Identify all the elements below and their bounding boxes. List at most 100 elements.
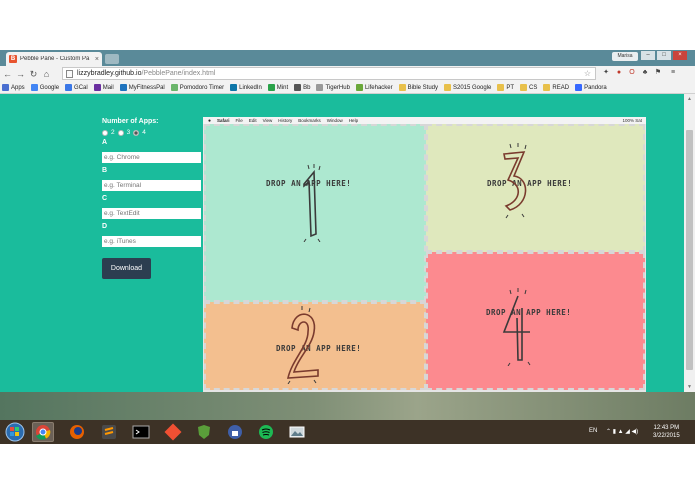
bookmark-icon [575,84,583,91]
shield-icon[interactable] [193,422,215,442]
terminal-icon[interactable] [130,422,152,442]
bookmark-6[interactable]: LinkedIn [230,84,262,91]
bookmark-icon [93,84,101,91]
scroll-down-icon[interactable]: ▼ [686,384,693,390]
extension-icon-2[interactable]: ♣ [640,68,650,78]
home-icon[interactable]: ⌂ [41,69,52,80]
bookmark-icon [65,84,73,91]
clock-time: 12:43 PM [653,425,680,431]
field-b-label: B [102,167,108,174]
menu-icon[interactable]: ≡ [668,68,678,78]
bookmark-13[interactable]: PT [497,84,514,91]
bookmark-11[interactable]: Bible Study [398,84,438,91]
vpn-icon[interactable] [224,422,246,442]
bookmark-icon [316,84,324,91]
git-icon[interactable] [162,422,184,442]
bookmark-0[interactable]: Apps [2,84,25,91]
opera-icon[interactable]: O [627,68,637,78]
desktop-area-bottom [0,444,695,494]
windows-start-icon[interactable] [4,422,26,442]
bookmark-7[interactable]: Mint [267,84,288,91]
bookmark-label: CS [529,84,538,91]
bookmark-2[interactable]: GCal [65,84,88,91]
tray-icons[interactable]: ⌃ ▮ ▲ ◢ ◀) [606,428,638,435]
extension-icon-3[interactable]: ⚑ [653,68,663,78]
num-apps-radio-group: 2 3 4 [102,129,202,136]
pane-number-3 [503,143,527,219]
extension-icon[interactable]: ✦ [601,68,611,78]
bookmark-3[interactable]: Mail [93,84,114,91]
field-a-label: A [102,139,108,146]
bookmark-10[interactable]: Lifehacker [355,84,393,91]
apple-icon: ● [208,117,212,124]
taskbar-chrome[interactable] [32,422,54,442]
maximize-button[interactable]: □ [657,51,671,60]
scrollbar-thumb[interactable] [686,130,693,370]
radio-4[interactable] [133,129,140,136]
browser-tab[interactable]: B Pebble Pane - Custom Pa × [6,52,102,66]
bookmark-icon [444,84,451,91]
bookmark-label: PT [506,84,515,91]
spotify-icon[interactable] [255,422,277,442]
drop-pane-3[interactable] [426,124,645,252]
bookmark-5[interactable]: Pomodoro Timer [170,84,225,91]
app-a-input[interactable] [102,152,201,163]
field-d-label: D [102,223,108,230]
download-button[interactable]: Download [102,258,151,279]
bookmark-16[interactable]: Pandora [575,84,607,91]
address-bar[interactable]: lizzybradley.github.io/PebblePane/index.… [62,67,596,80]
app-c-input[interactable] [102,208,201,219]
profile-button[interactable]: Marisa [612,52,638,61]
bookmark-15[interactable]: READ [543,84,569,91]
bookmark-1[interactable]: Google [30,84,59,91]
bookmark-4[interactable]: MyFitnessPal [119,84,165,91]
desktop-wallpaper [0,392,695,420]
bookmark-label: Mail [102,84,114,91]
window-controls: – □ × [641,51,687,60]
taskbar-clock[interactable]: 12:43 PM 3/22/2015 [653,424,680,440]
back-icon[interactable]: ← [2,69,13,80]
bookmark-12[interactable]: S2015 Google [444,84,491,91]
bookmark-icon [230,84,238,91]
forward-icon[interactable]: → [15,69,26,80]
close-window-button[interactable]: × [673,51,687,60]
firefox-icon[interactable] [66,422,88,442]
bookmark-star-icon[interactable]: ☆ [584,68,591,79]
app-d-input[interactable] [102,236,201,247]
scroll-up-icon[interactable]: ▲ [686,96,693,102]
url-host: lizzybradley.github.io [77,70,142,77]
bookmark-8[interactable]: Bb [294,84,310,91]
bookmark-label: Pomodoro Timer [179,84,225,91]
bookmark-label: GCal [74,84,88,91]
bookmark-icon [294,84,302,91]
tab-close-icon[interactable]: × [95,56,99,63]
app-b-input[interactable] [102,180,201,191]
mac-menu-bookmarks: Bookmarks [298,118,321,123]
bookmark-icon [355,84,363,91]
radio-2[interactable] [102,129,108,136]
bookmark-label: S2015 Google [453,84,492,91]
page-icon [66,70,73,78]
mac-menu-file: File [235,118,243,123]
bookmark-icon [170,84,178,91]
bookmark-label: Pandora [584,84,607,91]
chrome-icon [36,425,51,440]
sublime-icon[interactable] [98,422,120,442]
pane-number-2 [286,306,319,384]
radio-2-label: 2 [111,129,115,136]
bookmark-icon [2,84,9,91]
bookmark-9[interactable]: TigerHub [316,84,350,91]
desktop-area-top [0,0,695,50]
bookmark-14[interactable]: CS [520,84,537,91]
minimize-button[interactable]: – [641,51,655,60]
mac-menu-window: Window [326,118,343,123]
new-tab-button[interactable] [105,54,119,64]
photos-icon[interactable] [286,422,308,442]
language-indicator[interactable]: EN [589,428,597,434]
radio-3[interactable] [117,129,124,136]
bookmark-icon [119,84,127,91]
reload-icon[interactable]: ↻ [28,69,39,80]
radio-3-label: 3 [126,129,131,136]
bookmark-label: Lifehacker [364,84,393,91]
adblock-icon[interactable]: ● [614,68,624,78]
